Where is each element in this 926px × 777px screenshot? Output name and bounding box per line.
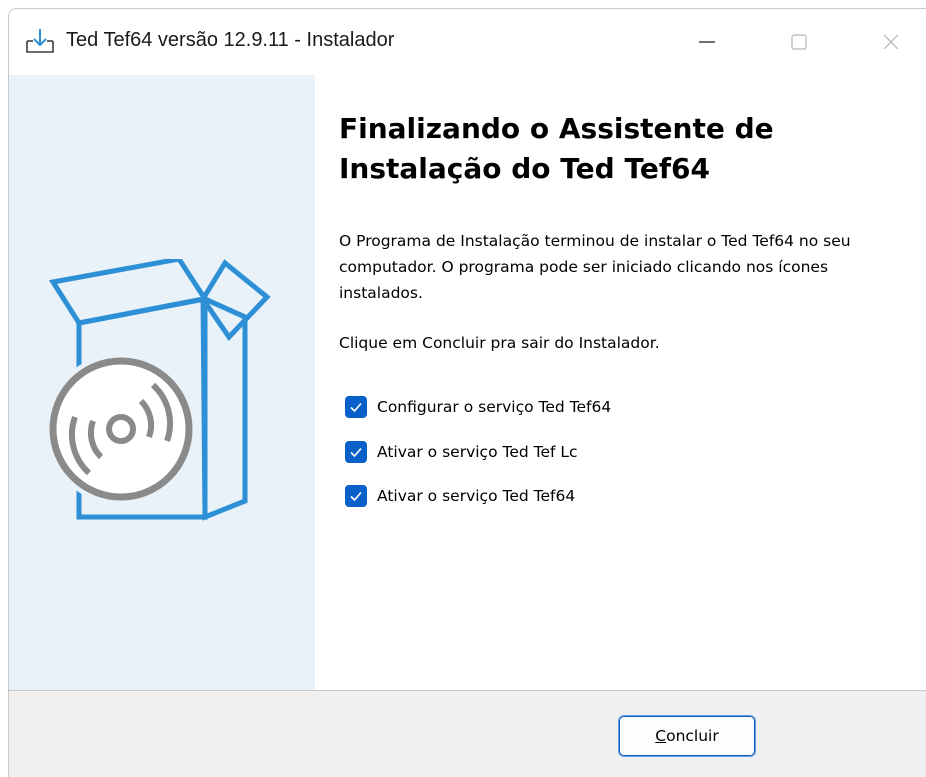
checkmark-icon	[350, 491, 362, 502]
close-icon	[883, 34, 899, 50]
option-label: Configurar o serviço Ted Tef64	[377, 398, 612, 416]
option-activate-tef64[interactable]: Ativar o serviço Ted Tef64	[345, 481, 575, 511]
button-bar: Concluir	[9, 691, 926, 777]
maximize-button	[759, 9, 839, 75]
option-configure-service[interactable]: Configurar o serviço Ted Tef64	[345, 392, 611, 422]
page-title-line2: Instalação do Ted Tef64	[339, 152, 710, 185]
installer-download-icon	[25, 28, 55, 54]
checkmark-icon	[350, 402, 362, 413]
content-panel: Finalizando o Assistente de Instalação d…	[315, 75, 926, 690]
finish-button-label: oncluir	[666, 727, 719, 745]
close-button	[851, 9, 926, 75]
side-panel	[9, 75, 315, 690]
finish-button-mnemonic: C	[655, 727, 667, 745]
checkmark-icon	[350, 447, 362, 458]
minimize-button[interactable]	[667, 9, 747, 75]
exit-instruction: Clique em Concluir pra sair do Instalado…	[339, 334, 660, 352]
window-title: Ted Tef64 versão 12.9.11 - Instalador	[66, 29, 395, 51]
option-label: Ativar o serviço Ted Tef Lc	[377, 443, 578, 461]
option-activate-tef-lc[interactable]: Ativar o serviço Ted Tef Lc	[345, 437, 578, 467]
checkbox-configure-service[interactable]	[345, 396, 367, 418]
checkbox-activate-tef-lc[interactable]	[345, 441, 367, 463]
installer-window: Ted Tef64 versão 12.9.11 - Instalador Fi…	[8, 8, 926, 777]
option-label: Ativar o serviço Ted Tef64	[377, 487, 576, 505]
maximize-icon	[791, 34, 807, 50]
page-title: Finalizando o Assistente de Instalação d…	[339, 109, 909, 189]
completion-message: O Programa de Instalação terminou de ins…	[339, 232, 851, 302]
checkbox-activate-tef64[interactable]	[345, 485, 367, 507]
box-with-cd-icon	[45, 259, 271, 521]
page-title-line1: Finalizando o Assistente de	[339, 112, 774, 145]
minimize-icon	[699, 41, 715, 43]
finish-button[interactable]: Concluir	[618, 715, 756, 757]
title-bar: Ted Tef64 versão 12.9.11 - Instalador	[9, 9, 926, 75]
